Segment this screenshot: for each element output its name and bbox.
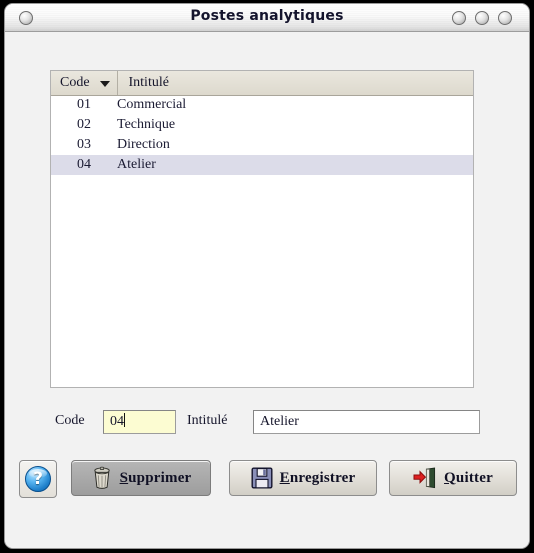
table-row[interactable]: 02 Technique <box>51 115 473 135</box>
cell-code: 01 <box>77 97 91 113</box>
table-row-selected[interactable]: 04 Atelier <box>51 155 473 175</box>
table-row[interactable]: 03 Direction <box>51 135 473 155</box>
help-question-icon: ? <box>25 466 51 492</box>
window-body: Code Intitulé 01 Commercial 02 Technique… <box>5 32 529 548</box>
edit-form: Code 04 Intitulé Atelier <box>50 410 480 434</box>
window-menu-button[interactable] <box>19 11 33 25</box>
table-body: 01 Commercial 02 Technique 03 Direction … <box>51 95 473 175</box>
delete-button-label: Supprimer <box>119 469 192 486</box>
column-header-code-label: Code <box>60 74 90 90</box>
title-bar[interactable]: Postes analytiques <box>5 4 529 32</box>
save-button-label: Enregistrer <box>279 469 356 486</box>
cell-code: 03 <box>77 137 91 152</box>
button-bar: ? Supprimer Enregistrer Quitter <box>5 460 529 508</box>
trash-can-icon <box>93 466 110 489</box>
table-header: Code Intitulé <box>51 71 473 96</box>
postes-list-panel[interactable]: Code Intitulé 01 Commercial 02 Technique… <box>50 70 474 388</box>
help-button[interactable]: ? <box>19 460 57 498</box>
application-window: Postes analytiques Code Intitulé 01 Comm… <box>4 3 530 549</box>
code-input[interactable]: 04 <box>103 410 176 434</box>
sort-descending-icon <box>99 81 110 87</box>
code-input-value: 04 <box>110 414 124 429</box>
intitule-input[interactable]: Atelier <box>253 410 480 434</box>
floppy-disk-icon <box>251 467 273 489</box>
close-button[interactable] <box>498 11 512 25</box>
window-title: Postes analytiques <box>190 8 344 24</box>
minimize-button[interactable] <box>452 11 466 25</box>
maximize-button[interactable] <box>475 11 489 25</box>
column-header-intitule[interactable]: Intitulé <box>117 71 473 96</box>
intitule-input-value: Atelier <box>260 414 299 429</box>
code-label: Code <box>55 413 85 428</box>
intitule-label: Intitulé <box>187 413 228 428</box>
cell-intitule: Direction <box>117 137 170 152</box>
cell-intitule: Atelier <box>117 155 473 175</box>
cell-code: 02 <box>77 117 91 132</box>
save-button[interactable]: Enregistrer <box>229 460 377 496</box>
cell-intitule: Commercial <box>117 97 187 113</box>
column-header-intitule-label: Intitulé <box>128 74 169 90</box>
quit-button[interactable]: Quitter <box>389 460 517 496</box>
cell-intitule: Technique <box>117 117 176 132</box>
table-row[interactable]: 01 Commercial <box>51 95 473 115</box>
cell-code: 04 <box>51 155 117 175</box>
delete-button[interactable]: Supprimer <box>71 460 211 496</box>
exit-door-icon <box>413 467 436 489</box>
column-header-code[interactable]: Code <box>51 71 118 96</box>
text-caret <box>124 413 125 427</box>
postes-table: Code Intitulé 01 Commercial 02 Technique… <box>51 71 473 175</box>
quit-button-label: Quitter <box>444 469 493 486</box>
